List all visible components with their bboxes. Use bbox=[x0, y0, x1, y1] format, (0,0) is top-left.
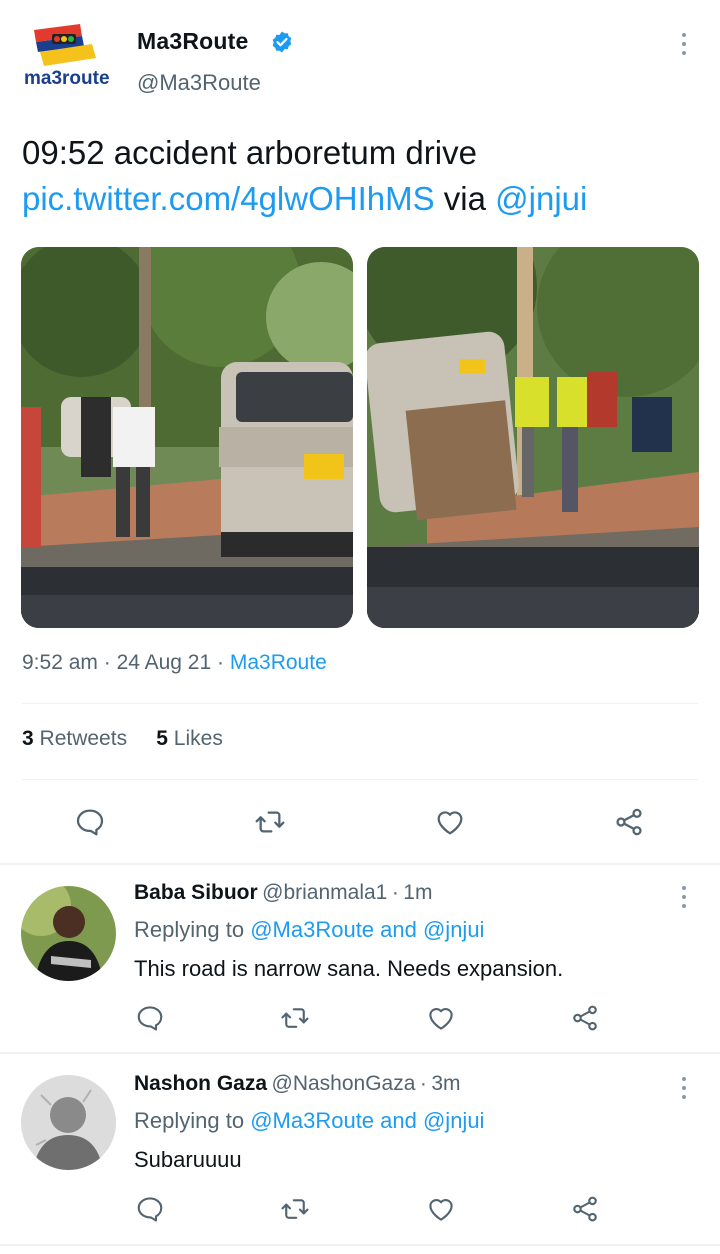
via-mention-link[interactable]: @jnjui bbox=[495, 180, 587, 217]
avatar[interactable] bbox=[21, 1075, 116, 1170]
verified-badge-icon bbox=[270, 30, 294, 54]
tweet-photo-1[interactable] bbox=[21, 247, 353, 628]
reply-author-handle[interactable]: @brianmala1 bbox=[262, 881, 387, 904]
replying-to-mentions[interactable]: @Ma3Route and @jnjui bbox=[250, 917, 484, 942]
tweet-text: 09:52 accident arboretum drive pic.twitt… bbox=[22, 130, 702, 222]
tweet-timestamp: 9:52 am · 24 Aug 21 · Ma3Route bbox=[22, 651, 327, 675]
reply-text: Subaruuuu bbox=[134, 1147, 242, 1172]
comment-icon[interactable] bbox=[70, 802, 110, 842]
share-icon[interactable] bbox=[565, 998, 605, 1038]
avatar[interactable] bbox=[21, 886, 116, 981]
via-word: via bbox=[443, 180, 486, 217]
retweet-icon[interactable] bbox=[250, 802, 290, 842]
replying-prefix: Replying to bbox=[134, 1108, 245, 1133]
engagement-counts: 3 Retweets 5 Likes bbox=[22, 727, 223, 751]
author-name[interactable]: Ma3Route bbox=[137, 28, 249, 55]
meta-separator: · bbox=[103, 651, 111, 674]
tweet-date[interactable]: 24 Aug 21 bbox=[117, 651, 212, 674]
heart-icon[interactable] bbox=[421, 998, 461, 1038]
replying-to-line: Replying to @Ma3Route and @jnjui bbox=[134, 917, 484, 943]
replying-to-mentions[interactable]: @Ma3Route and @jnjui bbox=[250, 1108, 484, 1133]
retweet-icon[interactable] bbox=[275, 998, 315, 1038]
reply-age[interactable]: 3m bbox=[431, 1072, 460, 1095]
reply-header: Nashon Gaza @NashonGaza · 3m bbox=[134, 1072, 674, 1096]
tweet-body: 09:52 accident arboretum drive bbox=[22, 134, 477, 171]
section-separator bbox=[0, 1052, 720, 1054]
tweet-time[interactable]: 9:52 am bbox=[22, 651, 98, 674]
meta-separator: · bbox=[419, 1072, 427, 1095]
tweet-source-link[interactable]: Ma3Route bbox=[230, 651, 327, 674]
replying-prefix: Replying to bbox=[134, 917, 245, 942]
reply-author-handle[interactable]: @NashonGaza bbox=[272, 1072, 416, 1095]
reply-author-name[interactable]: Nashon Gaza bbox=[134, 1072, 267, 1095]
likes-stat[interactable]: 5 Likes bbox=[156, 727, 223, 750]
heart-icon[interactable] bbox=[430, 802, 470, 842]
more-icon[interactable] bbox=[674, 1074, 694, 1102]
reply-text: This road is narrow sana. Needs expansio… bbox=[134, 956, 564, 981]
replying-to-line: Replying to @Ma3Route and @jnjui bbox=[134, 1108, 484, 1134]
retweets-stat[interactable]: 3 Retweets bbox=[22, 727, 127, 750]
retweet-icon[interactable] bbox=[275, 1189, 315, 1229]
more-icon[interactable] bbox=[674, 883, 694, 911]
author-handle[interactable]: @Ma3Route bbox=[137, 70, 261, 96]
ma3route-logo[interactable]: ma3route bbox=[22, 22, 118, 98]
meta-separator: · bbox=[391, 881, 399, 904]
svg-text:ma3route: ma3route bbox=[24, 68, 110, 89]
comment-icon[interactable] bbox=[130, 1189, 170, 1229]
tweet-media-link[interactable]: pic.twitter.com/4glwOHIhMS bbox=[22, 180, 435, 217]
reply-age[interactable]: 1m bbox=[403, 881, 432, 904]
divider bbox=[22, 703, 698, 704]
section-separator bbox=[0, 863, 720, 865]
comment-icon[interactable] bbox=[130, 998, 170, 1038]
more-icon[interactable] bbox=[674, 30, 694, 58]
reply-header: Baba Sibuor @brianmala1 · 1m bbox=[134, 881, 674, 905]
divider bbox=[22, 779, 698, 780]
heart-icon[interactable] bbox=[421, 1189, 461, 1229]
meta-separator: · bbox=[217, 651, 225, 674]
share-icon[interactable] bbox=[565, 1189, 605, 1229]
reply-author-name[interactable]: Baba Sibuor bbox=[134, 881, 258, 904]
section-separator bbox=[0, 1244, 720, 1246]
tweet-photo-2[interactable] bbox=[367, 247, 699, 628]
share-icon[interactable] bbox=[609, 802, 649, 842]
